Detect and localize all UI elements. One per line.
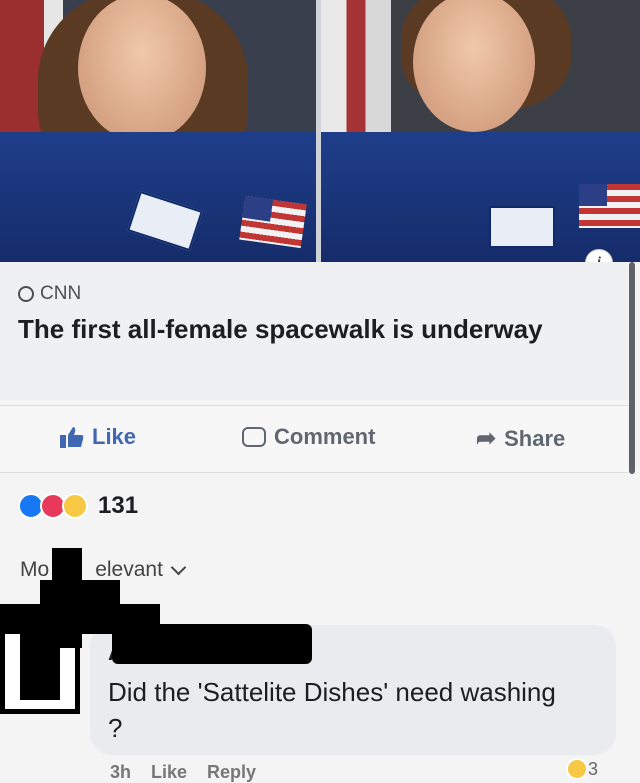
comment-like-link[interactable]: Like [151, 762, 187, 783]
haha-reaction-icon [566, 758, 588, 780]
sort-label-start: Mo [20, 558, 50, 581]
astronaut-photo-left [0, 0, 316, 262]
globe-icon [18, 286, 34, 302]
comment-icon [242, 427, 266, 447]
comment-reply-link[interactable]: Reply [207, 762, 256, 783]
us-flag-patch [579, 184, 640, 228]
mission-patch [489, 206, 555, 248]
reaction-count: 131 [98, 492, 139, 519]
redaction-mark [112, 624, 312, 664]
us-flag-patch [239, 195, 307, 249]
share-label: Share [504, 425, 566, 451]
redaction-mark [40, 580, 120, 606]
share-button[interactable]: ➦ Share [476, 424, 565, 453]
comment-reactions[interactable]: 3 [566, 758, 598, 780]
comment-reaction-count: 3 [588, 758, 599, 779]
share-icon: ➦ [476, 425, 497, 452]
comment-time[interactable]: 3h [110, 762, 131, 783]
chevron-down-icon [170, 559, 187, 575]
link-headline[interactable]: The first all-female spacewalk is underw… [18, 312, 578, 346]
link-source: CNN [18, 283, 81, 305]
source-name: CNN [40, 283, 82, 304]
reaction-summary[interactable]: 131 [18, 492, 138, 520]
sort-label-end: elevant [95, 558, 163, 581]
astronaut-photo-right [321, 0, 640, 262]
thumbs-up-icon [60, 427, 84, 448]
link-preview-image[interactable] [0, 0, 640, 262]
comment-text: Did the 'Sattelite Dishes' need washing … [108, 677, 556, 743]
comment-meta: 3h Like Reply [110, 762, 256, 783]
scrollbar[interactable] [629, 262, 635, 474]
comment-sort-dropdown[interactable]: Mo elevant [20, 558, 187, 582]
comment-button[interactable]: Comment [242, 424, 375, 450]
haha-reaction-icon [62, 493, 88, 519]
like-label: Like [92, 424, 137, 449]
like-button[interactable]: Like [60, 424, 136, 450]
comment-label: Comment [274, 424, 376, 449]
post-action-bar: Like Comment ➦ Share [0, 405, 628, 473]
redaction-mark [20, 630, 60, 700]
